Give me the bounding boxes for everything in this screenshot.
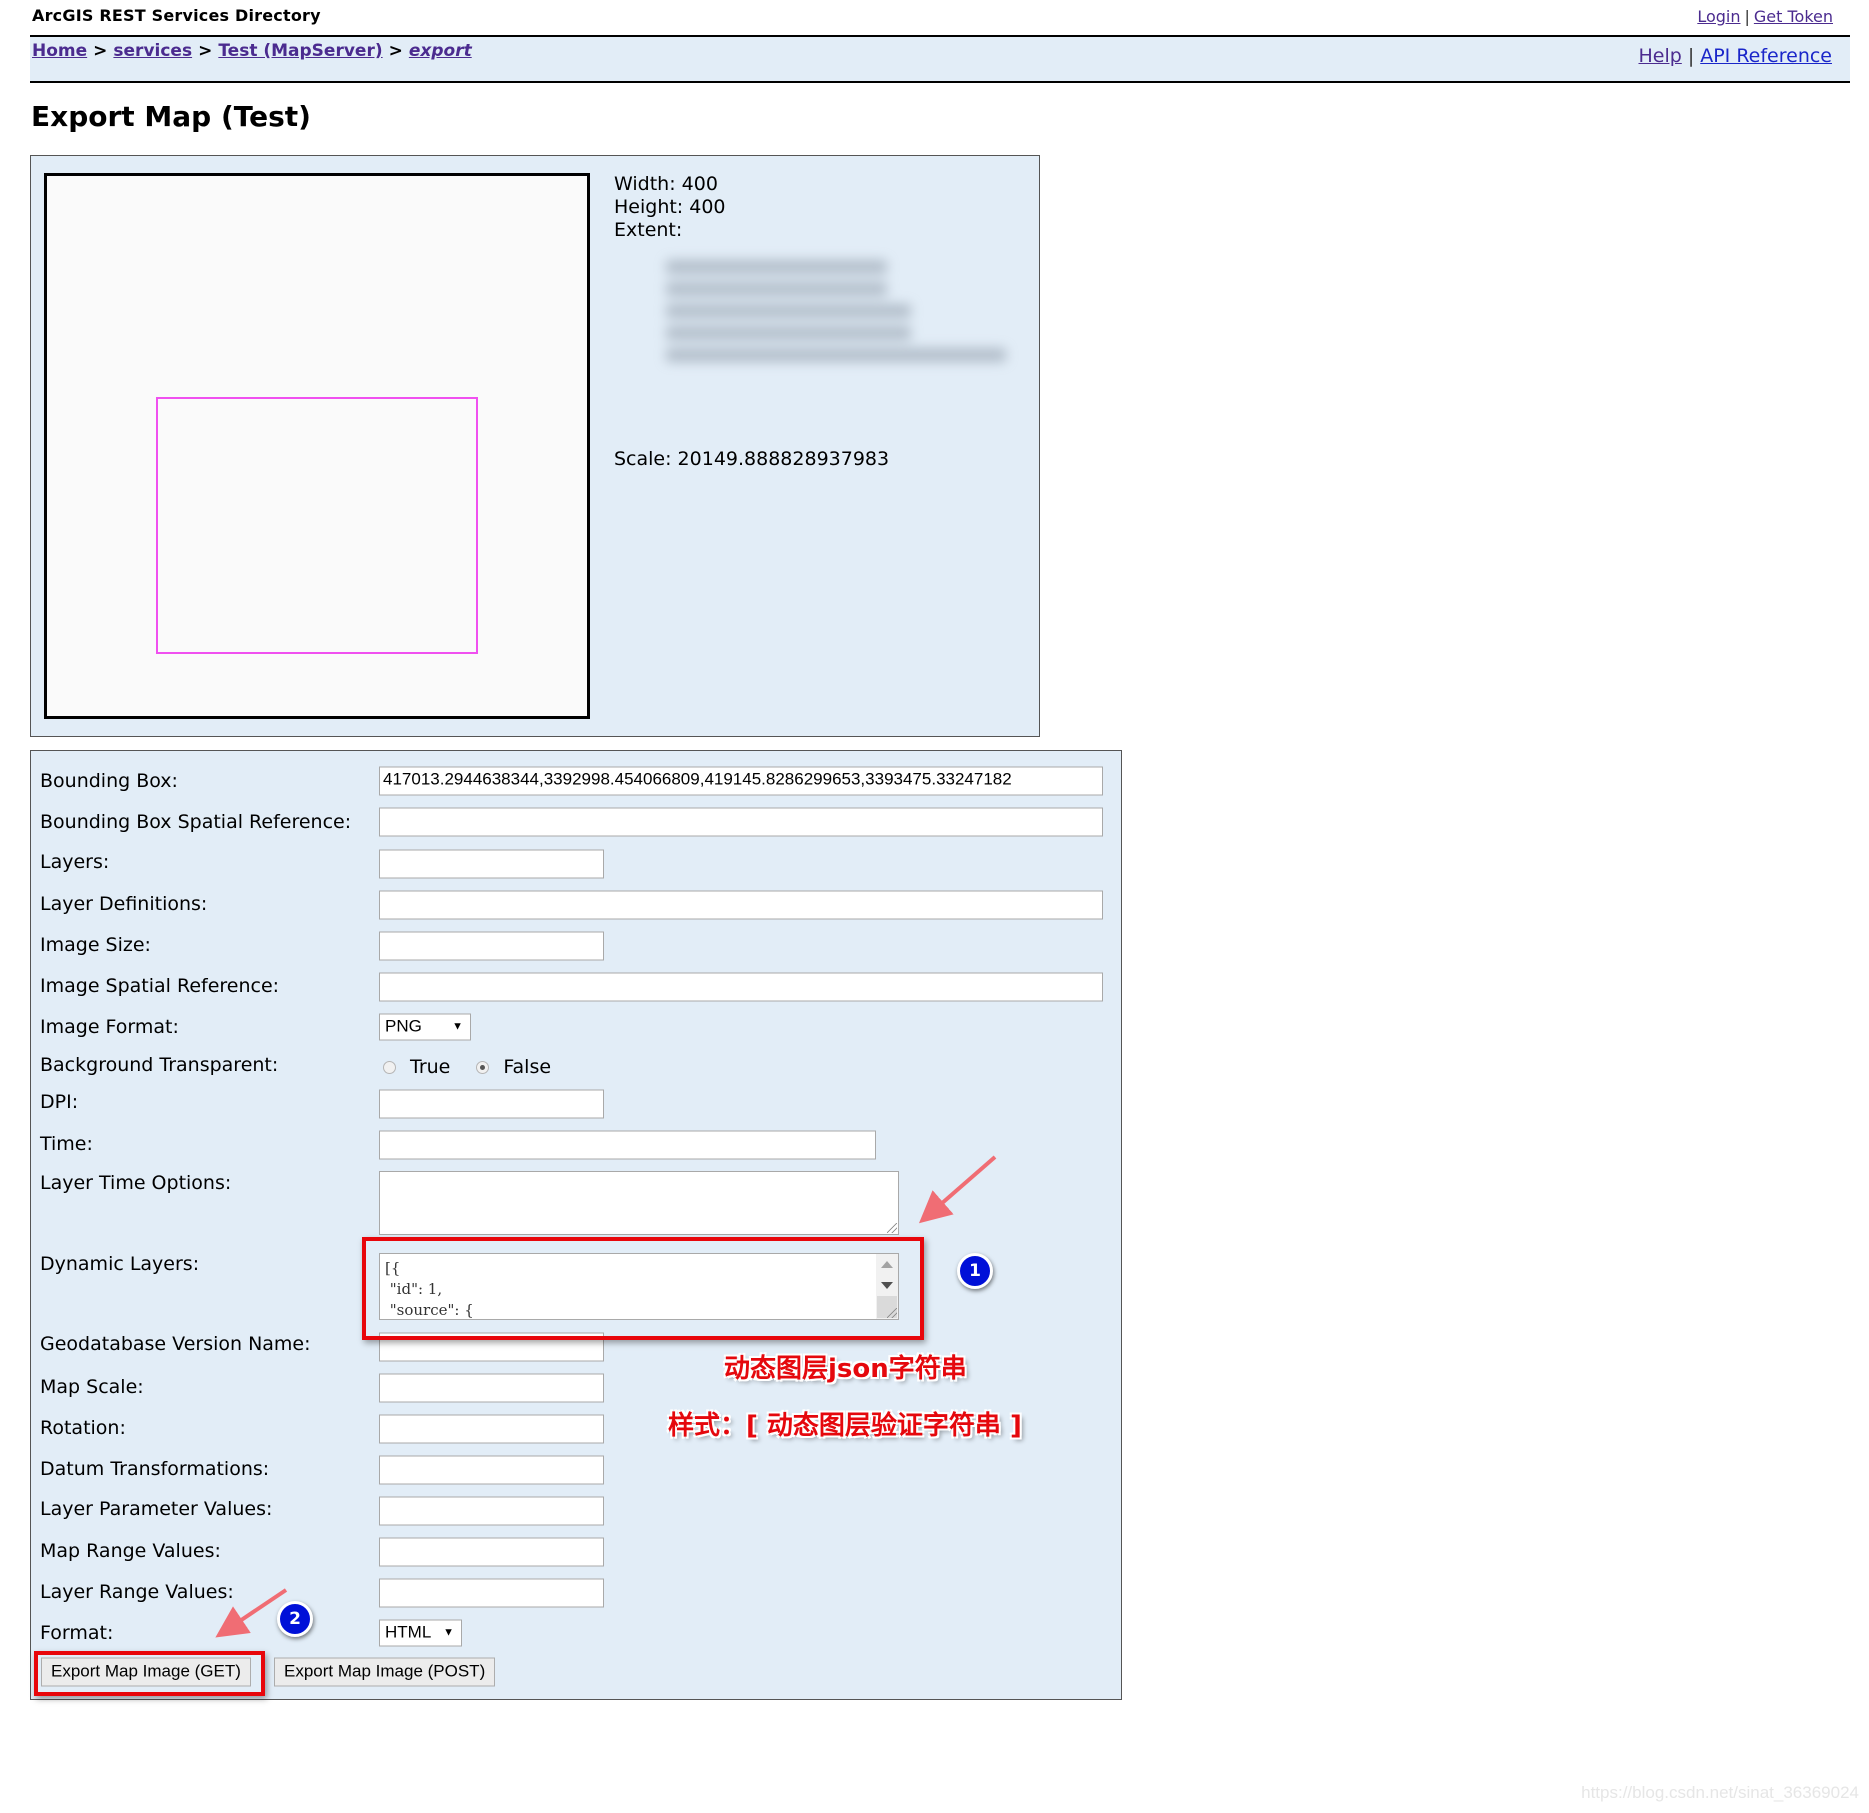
bbox-sr-input[interactable] [379, 807, 1103, 837]
link-separator: | [1687, 45, 1695, 67]
map-scale-label: Map Scale: [40, 1376, 144, 1398]
transparent-false-radio[interactable] [476, 1060, 490, 1074]
bbox-sr-label: Bounding Box Spatial Reference: [40, 811, 352, 833]
breadcrumb-export[interactable]: export [409, 41, 472, 61]
image-sr-input[interactable] [379, 972, 1103, 1002]
image-format-value: PNG [385, 1016, 422, 1036]
export-post-button[interactable]: Export Map Image (POST) [274, 1657, 496, 1687]
transparent-radio-group: True False [383, 1056, 577, 1078]
layer-range-values-input[interactable] [379, 1578, 604, 1608]
map-image [44, 173, 590, 719]
layer-parameter-values-input[interactable] [379, 1496, 604, 1526]
nav-bar: Home > services > Test (MapServer) > export He… [30, 35, 1850, 83]
image-format-label: Image Format: [40, 1016, 179, 1038]
map-scale-input[interactable] [379, 1373, 604, 1403]
breadcrumb: Home > services > Test (MapServer) > export [32, 41, 472, 61]
map-info: Width: 400 Height: 400 Extent: Scale: 20… [614, 173, 1006, 471]
dynamic-layers-highlight [362, 1237, 924, 1340]
help-links: Help | API Reference [1638, 45, 1832, 67]
link-separator: | [1744, 7, 1750, 26]
app-title: ArcGIS REST Services Directory [32, 6, 321, 25]
layers-input[interactable] [379, 849, 604, 879]
extent-values-obscured [666, 260, 1006, 378]
bbox-input[interactable]: 417013.2944638344,3392998.454066809,4191… [379, 766, 1103, 796]
breadcrumb-services[interactable]: services [113, 41, 192, 61]
transparent-true-radio[interactable] [383, 1060, 396, 1074]
annotation-note-line2: 样式：[ 动态图层验证字符串 ] [668, 1411, 1022, 1441]
image-sr-label: Image Spatial Reference: [40, 975, 280, 997]
format-value: HTML [385, 1622, 432, 1642]
breadcrumb-separator: > [198, 41, 213, 61]
breadcrumb-separator: > [388, 41, 403, 61]
time-label: Time: [40, 1133, 93, 1155]
map-width: Width: 400 [614, 173, 718, 195]
image-size-label: Image Size: [40, 934, 151, 956]
layer-range-values-label: Layer Range Values: [40, 1581, 234, 1603]
top-links: Login | Get Token [1697, 7, 1833, 26]
map-extent-label: Extent: [614, 219, 683, 241]
transparent-true-label[interactable]: True [410, 1056, 450, 1078]
image-size-input[interactable] [379, 931, 604, 961]
breadcrumb-separator: > [93, 41, 108, 61]
dpi-label: DPI: [40, 1091, 79, 1113]
step-1-badge: 1 [957, 1253, 993, 1289]
page-title: Export Map (Test) [31, 100, 311, 133]
resize-grip-icon[interactable] [887, 1223, 897, 1233]
get-button-highlight [34, 1651, 265, 1696]
time-input[interactable] [379, 1130, 876, 1160]
export-form: Bounding Box: 417013.2944638344,3392998.… [30, 750, 1122, 1700]
transparent-label: Background Transparent: [40, 1054, 279, 1076]
layers-label: Layers: [40, 851, 110, 873]
bbox-label: Bounding Box: [40, 770, 178, 792]
map-extent-rectangle [156, 397, 478, 654]
api-reference-link[interactable]: API Reference [1700, 45, 1832, 67]
login-link[interactable]: Login [1697, 7, 1740, 26]
dropdown-arrow-icon: ▼ [452, 1020, 463, 1033]
get-token-link[interactable]: Get Token [1754, 7, 1833, 26]
rotation-label: Rotation: [40, 1417, 126, 1439]
step-2-badge: 2 [277, 1601, 313, 1637]
datum-transformations-label: Datum Transformations: [40, 1458, 270, 1480]
breadcrumb-home[interactable]: Home [32, 41, 87, 61]
layer-parameter-values-label: Layer Parameter Values: [40, 1498, 273, 1520]
rotation-input[interactable] [379, 1414, 604, 1444]
transparent-false-label[interactable]: False [503, 1056, 551, 1078]
image-format-select[interactable]: PNG ▼ [379, 1013, 471, 1041]
gdb-version-label: Geodatabase Version Name: [40, 1333, 311, 1355]
map-preview-panel: Width: 400 Height: 400 Extent: Scale: 20… [30, 155, 1040, 737]
dynamic-layers-label: Dynamic Layers: [40, 1253, 200, 1275]
map-scale: Scale: 20149.888828937983 [614, 448, 890, 470]
dpi-input[interactable] [379, 1089, 604, 1119]
format-select[interactable]: HTML ▼ [379, 1619, 462, 1647]
layer-time-options-textarea[interactable] [379, 1171, 899, 1235]
map-range-values-label: Map Range Values: [40, 1540, 221, 1562]
map-range-values-input[interactable] [379, 1537, 604, 1567]
format-label: Format: [40, 1622, 114, 1644]
layer-time-options-label: Layer Time Options: [40, 1172, 232, 1194]
breadcrumb-mapserver[interactable]: Test (MapServer) [218, 41, 382, 61]
datum-transformations-input[interactable] [379, 1455, 604, 1485]
annotation-note-line1: 动态图层json字符串 [724, 1354, 967, 1384]
map-height: Height: 400 [614, 196, 726, 218]
layer-defs-label: Layer Definitions: [40, 893, 208, 915]
dropdown-arrow-icon: ▼ [443, 1626, 454, 1639]
layer-defs-input[interactable] [379, 890, 1103, 920]
help-link[interactable]: Help [1638, 45, 1681, 67]
watermark: https://blog.csdn.net/sinat_36369024 [1581, 1783, 1859, 1802]
